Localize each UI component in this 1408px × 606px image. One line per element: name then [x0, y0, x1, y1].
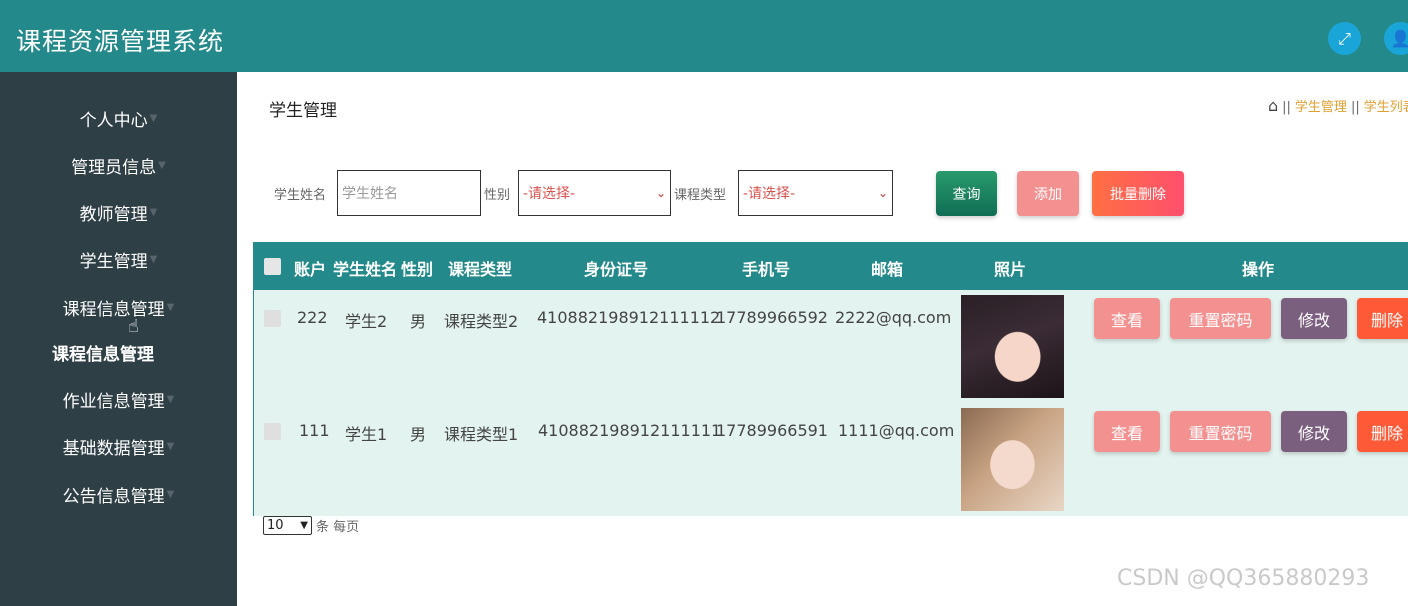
sidebar-item-label: 教师管理 — [79, 204, 148, 225]
sidebar-item-admin-info[interactable]: 管理员信息 ▼ — [0, 150, 237, 180]
view-button[interactable]: 查看 — [1094, 298, 1160, 339]
cell-name: 学生2 — [345, 312, 388, 331]
column-header[interactable]: 手机号 — [742, 256, 790, 280]
caret-down-icon: ▼ — [149, 206, 158, 218]
sidebar-item-label: 管理员信息 — [71, 157, 157, 178]
page-size-value: 10 — [267, 518, 284, 533]
cell-name: 学生1 — [345, 425, 388, 444]
column-header[interactable]: 性别 — [401, 256, 433, 280]
query-button[interactable]: 查询 — [936, 171, 997, 216]
page-title: 学生管理 — [269, 101, 337, 121]
home-icon[interactable]: ⌂ — [1268, 96, 1278, 115]
column-header: 操作 — [1242, 260, 1275, 279]
cell-account: 222 — [297, 308, 328, 327]
caret-down-icon: ▼ — [166, 440, 175, 452]
breadcrumb-item[interactable]: 学生列表 — [1364, 100, 1408, 115]
page-size-select[interactable]: 10 ▼ — [263, 516, 312, 535]
view-button[interactable]: 查看 — [1094, 411, 1160, 452]
top-bar: 课程资源管理系统 ⤢ 👤 — [0, 0, 1408, 72]
column-header[interactable]: 学生姓名 — [333, 256, 397, 280]
sidebar-item-label: 公告信息管理 — [62, 486, 165, 507]
select-all-checkbox[interactable] — [264, 258, 281, 275]
student-photo — [961, 408, 1064, 511]
student-table: 账户 学生姓名 性别 课程类型 身份证号 手机号 邮箱 照片 操作 222 学生… — [253, 242, 1408, 516]
student-name-label: 学生姓名 — [274, 188, 327, 203]
cell-email: 2222@qq.com — [835, 308, 952, 327]
cell-account: 111 — [299, 421, 330, 440]
sidebar-item-teacher-mgmt[interactable]: 教师管理 ▼ — [0, 197, 237, 227]
chevron-down-icon: ⌄ — [877, 186, 888, 200]
sidebar-subitem-course-info[interactable]: 课程信息管理 — [0, 337, 206, 367]
user-icon[interactable]: 👤 — [1384, 22, 1408, 55]
cell-phone: 17789966591 — [716, 421, 828, 440]
app-title: 课程资源管理系统 — [16, 27, 225, 56]
sidebar-item-personal-center[interactable]: 个人中心 ▼ — [0, 103, 237, 133]
cell-phone: 17789966592 — [716, 308, 828, 327]
delete-button[interactable]: 删除 — [1357, 298, 1408, 339]
delete-button[interactable]: 删除 — [1357, 411, 1408, 452]
column-header[interactable]: 照片 — [994, 256, 1026, 280]
student-name-input[interactable]: 学生姓名 — [337, 170, 481, 216]
reset-password-button[interactable]: 重置密码 — [1170, 298, 1271, 339]
cell-course-type: 课程类型2 — [444, 312, 519, 331]
chevron-down-icon: ⌄ — [655, 186, 666, 200]
main-content: 学生管理 ⌂||学生管理||学生列表 学生姓名 学生姓名 性别 -请选择-⌄ 课… — [237, 72, 1408, 606]
course-type-select[interactable]: -请选择- ⌄ — [738, 170, 893, 216]
chevron-down-icon: ▼ — [300, 520, 308, 531]
page-size-suffix: 条 每页 — [316, 520, 360, 535]
add-button[interactable]: 添加 — [1017, 171, 1079, 216]
caret-down-icon: ▼ — [149, 112, 158, 124]
caret-down-icon: ▼ — [166, 301, 175, 313]
column-header[interactable]: 身份证号 — [584, 256, 648, 280]
breadcrumb-separator: || — [1282, 100, 1291, 115]
mouse-cursor-icon: ☝ — [128, 316, 139, 337]
cell-course-type: 课程类型1 — [444, 425, 519, 444]
sidebar-item-label: 学生管理 — [79, 251, 148, 272]
cell-gender: 男 — [410, 312, 427, 331]
watermark: CSDN @QQ365880293 — [1117, 566, 1370, 591]
sidebar-item-notice-info[interactable]: 公告信息管理 ▼ — [0, 479, 237, 509]
reset-password-button[interactable]: 重置密码 — [1170, 411, 1271, 452]
column-header[interactable]: 账户 — [294, 256, 326, 280]
gender-label: 性别 — [484, 188, 511, 203]
fullscreen-icon[interactable]: ⤢ — [1328, 22, 1361, 55]
sidebar-item-course-info[interactable]: 课程信息管理 ▼ — [0, 292, 237, 322]
table-row: 111 学生1 男 课程类型1 410882198912111111 17789… — [254, 403, 1408, 516]
caret-down-icon: ▼ — [166, 488, 175, 500]
sidebar-item-label: 作业信息管理 — [62, 391, 165, 412]
edit-button[interactable]: 修改 — [1281, 298, 1347, 339]
cell-gender: 男 — [410, 425, 427, 444]
gender-select[interactable]: -请选择- ⌄ — [518, 170, 671, 216]
pagination: 10 ▼ 条 每页 — [263, 516, 359, 535]
breadcrumb-item[interactable]: 学生管理 — [1295, 100, 1347, 115]
caret-down-icon: ▼ — [166, 393, 175, 405]
caret-down-icon: ▼ — [158, 159, 166, 171]
cell-email: 1111@qq.com — [838, 421, 955, 440]
sidebar: 个人中心 ▼ 管理员信息 ▼ 教师管理 ▼ 学生管理 ▼ 课程信息管理 ▼ 课程信息管理 … — [0, 72, 237, 606]
breadcrumb: ⌂||学生管理||学生列表 — [1268, 96, 1408, 115]
breadcrumb-separator: || — [1350, 100, 1360, 115]
edit-button[interactable]: 修改 — [1281, 411, 1347, 452]
row-checkbox[interactable] — [264, 423, 281, 440]
batch-delete-button[interactable]: 批量删除 — [1092, 171, 1184, 216]
cell-id-number: 410882198912111111 — [538, 421, 722, 440]
column-header[interactable]: 邮箱 — [871, 256, 903, 280]
sidebar-item-homework-info[interactable]: 作业信息管理 ▼ — [0, 384, 237, 414]
sidebar-item-label: 基础数据管理 — [62, 438, 165, 459]
table-row: 222 学生2 男 课程类型2 410882198912111112 17789… — [254, 290, 1408, 403]
cell-id-number: 410882198912111112 — [537, 308, 721, 327]
row-checkbox[interactable] — [264, 310, 281, 327]
sidebar-item-label: 个人中心 — [79, 110, 148, 131]
student-photo — [961, 295, 1064, 398]
course-type-label: 课程类型 — [674, 188, 727, 203]
sidebar-item-label: 课程信息管理 — [62, 299, 165, 320]
sidebar-item-base-data[interactable]: 基础数据管理 ▼ — [0, 431, 237, 461]
column-header[interactable]: 课程类型 — [448, 256, 512, 280]
sidebar-item-student-mgmt[interactable]: 学生管理 ▼ — [0, 244, 237, 274]
caret-down-icon: ▼ — [149, 253, 158, 265]
course-type-select-value: -请选择- — [743, 186, 796, 202]
table-header: 账户 学生姓名 性别 课程类型 身份证号 手机号 邮箱 照片 操作 — [254, 243, 1408, 290]
gender-select-value: -请选择- — [523, 186, 576, 202]
